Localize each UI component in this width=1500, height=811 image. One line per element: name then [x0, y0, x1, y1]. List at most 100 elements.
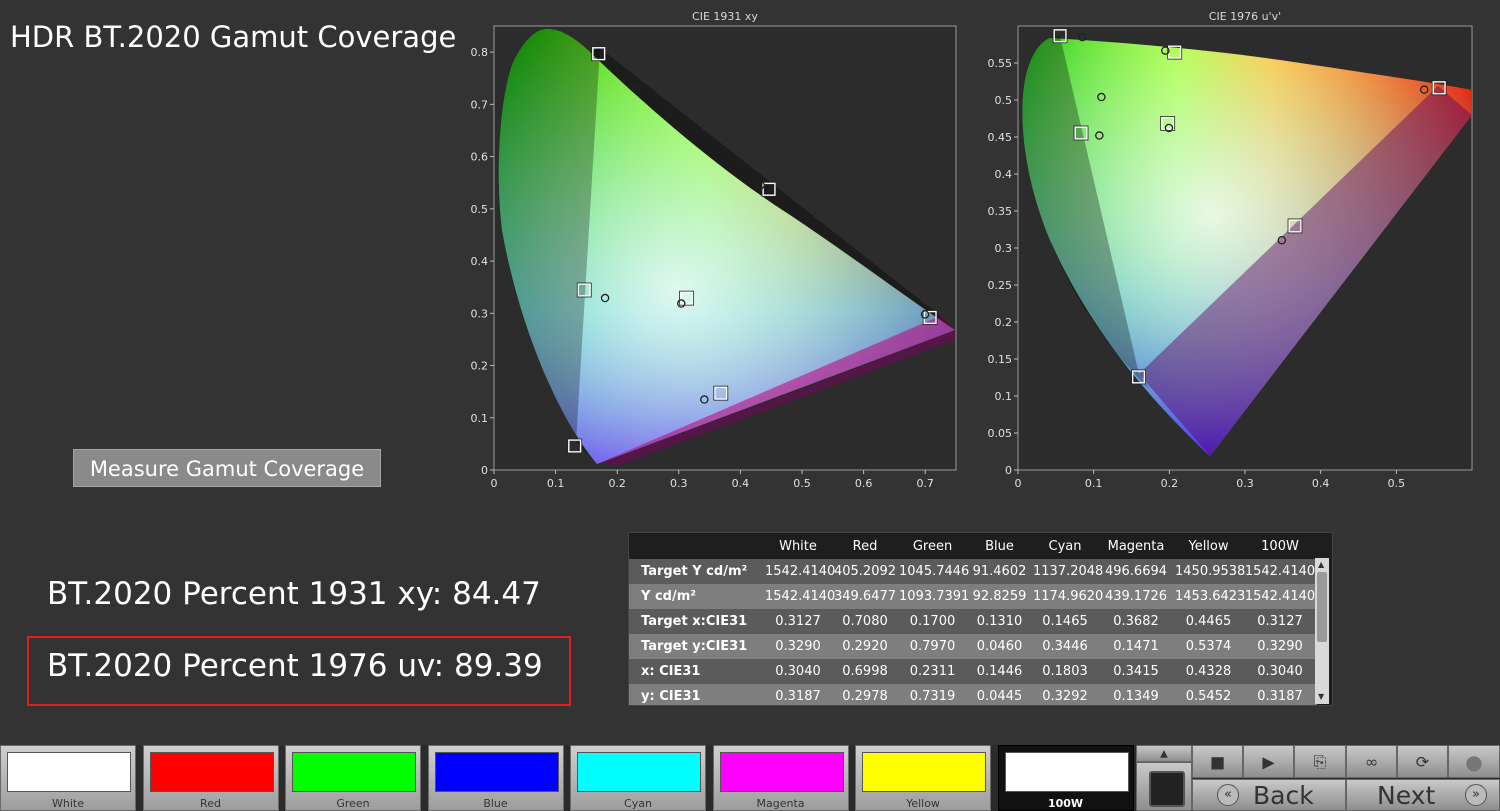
chevron-left-double-icon: «: [1217, 784, 1239, 806]
table-cell: 0.1310: [967, 609, 1032, 634]
cie1931-title: CIE 1931 xy: [692, 10, 758, 23]
table-cell: 0.2978: [832, 684, 898, 705]
swatch-white[interactable]: White: [0, 745, 136, 811]
chevron-right-double-icon: »: [1465, 784, 1487, 806]
x-tick-label: 0.2: [1161, 477, 1179, 490]
save-button[interactable]: ⎘: [1294, 745, 1346, 778]
x-tick-label: 0.1: [1085, 477, 1103, 490]
table-header-cell: Yellow: [1174, 533, 1243, 559]
table-cell: 0.1349: [1098, 684, 1174, 705]
swatch-label: White: [52, 797, 84, 810]
table-cell: 1045.7446: [898, 559, 969, 584]
table-cell: 0.1471: [1098, 634, 1174, 659]
record-button[interactable]: ●: [1448, 745, 1500, 778]
refresh-icon: ⟳: [1415, 752, 1430, 771]
table-cell: 0.3040: [764, 659, 832, 684]
infinity-icon: ∞: [1364, 752, 1379, 771]
up-button[interactable]: ▲: [1136, 745, 1192, 762]
y-tick-label: 0.05: [988, 427, 1013, 440]
swatch-yellow[interactable]: Yellow: [855, 745, 991, 811]
table-cell: 0.3187: [1243, 684, 1317, 705]
table-header-cell: Green: [898, 533, 967, 559]
x-tick-label: 0.4: [732, 477, 750, 490]
table-cell: 0.5374: [1174, 634, 1243, 659]
x-tick-label: 0.1: [547, 477, 565, 490]
color-swatch: [7, 752, 131, 792]
table-header-cell: Red: [832, 533, 898, 559]
table-cell: 0.3290: [764, 634, 832, 659]
refresh-button[interactable]: ⟳: [1397, 745, 1448, 778]
y-tick-label: 0: [1005, 464, 1012, 477]
table-header-cell: Magenta: [1098, 533, 1174, 559]
table-cell: 0.3415: [1098, 659, 1174, 684]
table-cell: 0.7080: [832, 609, 898, 634]
swatch-magenta[interactable]: Magenta: [712, 745, 849, 811]
color-swatch: [149, 752, 274, 792]
display-toggle-button[interactable]: [1136, 762, 1192, 811]
swatch-label: 100W: [1047, 797, 1084, 810]
table-row-label: x: CIE31: [629, 659, 764, 684]
table-scrollbar[interactable]: ▲ ▼: [1315, 558, 1329, 704]
y-tick-label: 0.8: [471, 46, 489, 59]
table-cell: 1450.9538: [1174, 559, 1245, 584]
measurement-table: White Red Green Blue Cyan Magenta Yellow 100W T…: [628, 532, 1333, 706]
x-tick-label: 0.3: [670, 477, 688, 490]
table-row-label: Target y:CIE31: [629, 634, 764, 659]
table-row: Target Y cd/m² 1542.4140 405.2092 1045.7446…: [629, 559, 1317, 584]
y-tick-label: 0.7: [471, 98, 489, 111]
stop-icon: ■: [1209, 752, 1226, 771]
table-cell: 0.3187: [764, 684, 832, 705]
y-tick-label: 0.2: [471, 360, 489, 373]
circle-icon: ●: [1465, 749, 1483, 774]
table-cell: 1542.4140: [1243, 584, 1317, 609]
table-row: Y cd/m² 1542.4140 349.6477 1093.7391 92.8259…: [629, 584, 1317, 609]
table-row: Target x:CIE31 0.3127 0.7080 0.1700 0.1310 0.…: [629, 609, 1317, 634]
table-cell: 0.3127: [1243, 609, 1317, 634]
table-cell: 0.1803: [1032, 659, 1098, 684]
table-cell: 0.1465: [1032, 609, 1098, 634]
scroll-down-icon[interactable]: ▼: [1318, 692, 1324, 701]
x-tick-label: 0.3: [1236, 477, 1254, 490]
loop-button[interactable]: ∞: [1346, 745, 1397, 778]
y-tick-label: 0.3: [995, 242, 1013, 255]
swatch-green[interactable]: Green: [285, 745, 421, 811]
next-label: Next: [1377, 781, 1436, 810]
y-tick-label: 0.1: [471, 412, 489, 425]
color-swatch: [719, 752, 844, 792]
next-button[interactable]: Next »: [1346, 779, 1500, 811]
table-row-label: y: CIE31: [629, 684, 764, 705]
table-row-label: Target x:CIE31: [629, 609, 764, 634]
table-cell: 91.4602: [967, 559, 1032, 584]
table-cell: 0.3292: [1032, 684, 1098, 705]
table-cell: 0.5452: [1174, 684, 1243, 705]
chromaticity-charts: 0 0.1 0.2 0.3 0.4 0.5 0.6 0.7 0 0.1 0.2 0.3 0.4 0.5 0.…: [471, 10, 1473, 490]
table-cell: 0.7319: [898, 684, 967, 705]
y-tick-label: 0.55: [988, 57, 1013, 70]
swatch-blue[interactable]: Blue: [427, 745, 564, 811]
table-cell: 1174.9620: [1032, 584, 1103, 609]
swatch-cyan[interactable]: Cyan: [570, 745, 706, 811]
table-cell: 0.6998: [832, 659, 898, 684]
triangle-up-icon: ▲: [1160, 748, 1168, 759]
stop-button[interactable]: ■: [1192, 745, 1243, 778]
back-button[interactable]: « Back: [1192, 779, 1346, 811]
table-cell: 0.2920: [832, 634, 898, 659]
table-cell: 1093.7391: [898, 584, 969, 609]
table-row-label: Y cd/m²: [629, 584, 764, 609]
scroll-up-icon[interactable]: ▲: [1318, 560, 1324, 569]
table-header-cell: White: [764, 533, 832, 559]
table-cell: 1137.2048: [1032, 559, 1103, 584]
x-tick-label: 0.4: [1312, 477, 1330, 490]
color-swatch: [862, 752, 986, 792]
y-tick-label: 0.5: [995, 94, 1013, 107]
swatch-label: Magenta: [756, 797, 805, 810]
swatch-red[interactable]: Red: [142, 745, 279, 811]
play-button[interactable]: ▶: [1243, 745, 1294, 778]
table-cell: 0.1700: [898, 609, 967, 634]
y-tick-label: 0: [481, 464, 488, 477]
table-header-cell: Blue: [967, 533, 1032, 559]
scrollbar-thumb[interactable]: [1317, 572, 1327, 642]
swatch-100w[interactable]: 100W: [997, 745, 1134, 811]
table-header-cell: 100W: [1243, 533, 1317, 559]
x-tick-label: 0.6: [855, 477, 873, 490]
